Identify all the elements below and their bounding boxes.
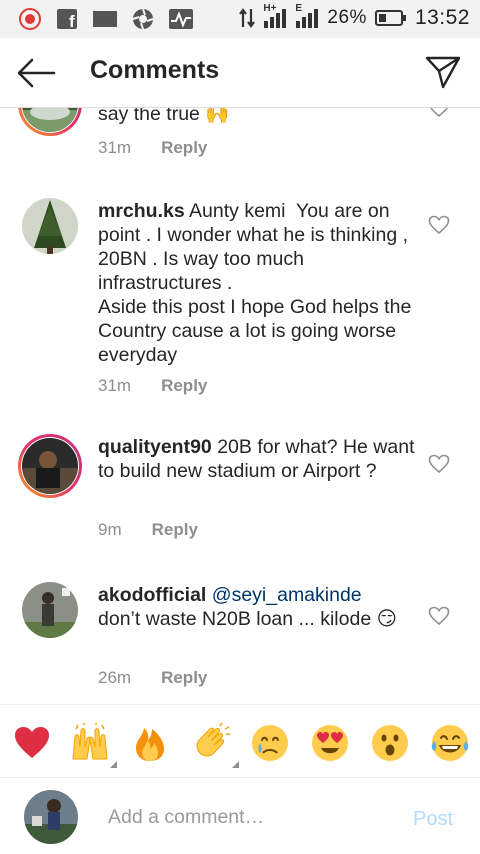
heart-outline-icon [428,215,450,235]
heart-eyes-emoji-button[interactable] [310,723,350,763]
activity-icon [168,8,194,30]
record-icon [18,7,42,31]
post-button[interactable]: Post [413,808,453,831]
comment-time: 9m [98,520,122,539]
username[interactable]: qualityent90 [98,436,212,458]
comment-meta: 31m Reply [98,376,207,396]
username[interactable]: mrchu.ks [98,200,185,222]
red-heart-icon [15,727,49,758]
crying-face-icon [252,725,288,761]
comment-meta: 9m Reply [98,520,198,540]
comment-input-bar: Post [0,778,480,854]
back-button[interactable] [16,56,56,90]
avatar[interactable] [22,198,78,254]
skin-tone-indicator [232,761,239,768]
heart-outline-icon [428,606,450,626]
tears-of-joy-emoji-button[interactable] [430,723,470,763]
tears-of-joy-icon [431,725,469,761]
comment-input[interactable] [108,800,398,834]
emoji-quick-bar [0,704,480,778]
like-button[interactable] [428,108,450,118]
story-ring[interactable] [18,108,82,136]
data-transfer-icon [239,7,256,29]
status-bar: f H+ E 26% 13:52 [0,0,480,38]
clock: 13:52 [414,6,470,29]
comment-time: 26m [98,668,132,687]
avatar[interactable] [22,582,78,638]
clapping-hands-emoji-button[interactable] [192,722,232,763]
fire-emoji-button[interactable] [130,723,170,763]
raising-hands-icon [72,723,108,760]
skin-tone-indicator [110,761,117,768]
reply-button[interactable]: Reply [152,520,198,540]
comment-text: qualityent90 20B for what? He want to bu… [98,436,415,482]
heart-outline-icon [430,108,448,118]
surprised-face-icon [372,725,408,761]
comment-text: say the true 🙌 [98,108,230,125]
comment-text: mrchu.ks Aunty kemi You are on point . I… [98,200,412,366]
avatar [22,108,78,132]
comment-text: akodofficial @seyi_amakinde don’t waste N… [98,584,397,630]
share-button[interactable] [424,54,462,90]
battery-icon [374,9,407,27]
clapping-hands-icon [196,722,230,757]
reply-button[interactable]: Reply [161,668,207,688]
page-title: Comments [90,56,220,84]
like-button[interactable] [428,606,450,626]
like-button[interactable] [428,454,450,474]
heart-eyes-icon [312,725,348,761]
arrow-left-icon [17,58,56,88]
app-header: Comments [0,38,480,108]
red-heart-emoji-button[interactable] [12,723,52,763]
current-user-avatar [24,790,78,844]
heart-outline-icon [428,454,450,474]
fire-icon [136,728,164,761]
avatar [22,438,78,494]
comments-list[interactable]: say the true 🙌 31m Reply mrchu.ks Aunty … [0,108,480,704]
comment-meta: 31m Reply [98,138,207,158]
reply-button[interactable]: Reply [161,376,207,396]
signal-h-plus-icon: H+ [263,3,287,29]
paper-plane-icon [425,56,461,89]
battery-percent: 26% [327,7,367,28]
raising-hands-emoji-button[interactable] [70,723,110,763]
username[interactable]: akodofficial [98,584,206,606]
story-ring[interactable] [18,434,82,498]
crying-face-emoji-button[interactable] [250,723,290,763]
aperture-icon [132,8,154,30]
svg-text:f: f [69,12,75,30]
signal-e-icon: E [295,3,319,29]
comment-time: 31m [98,138,132,157]
comment-time: 31m [98,376,132,395]
like-button[interactable] [428,215,450,235]
facebook-icon: f [56,8,78,30]
reply-button[interactable]: Reply [161,138,207,158]
comment-meta: 26m Reply [98,668,207,688]
image-icon [92,9,118,29]
mention-link[interactable]: @seyi_amakinde [212,584,362,606]
surprised-face-emoji-button[interactable] [370,723,410,763]
